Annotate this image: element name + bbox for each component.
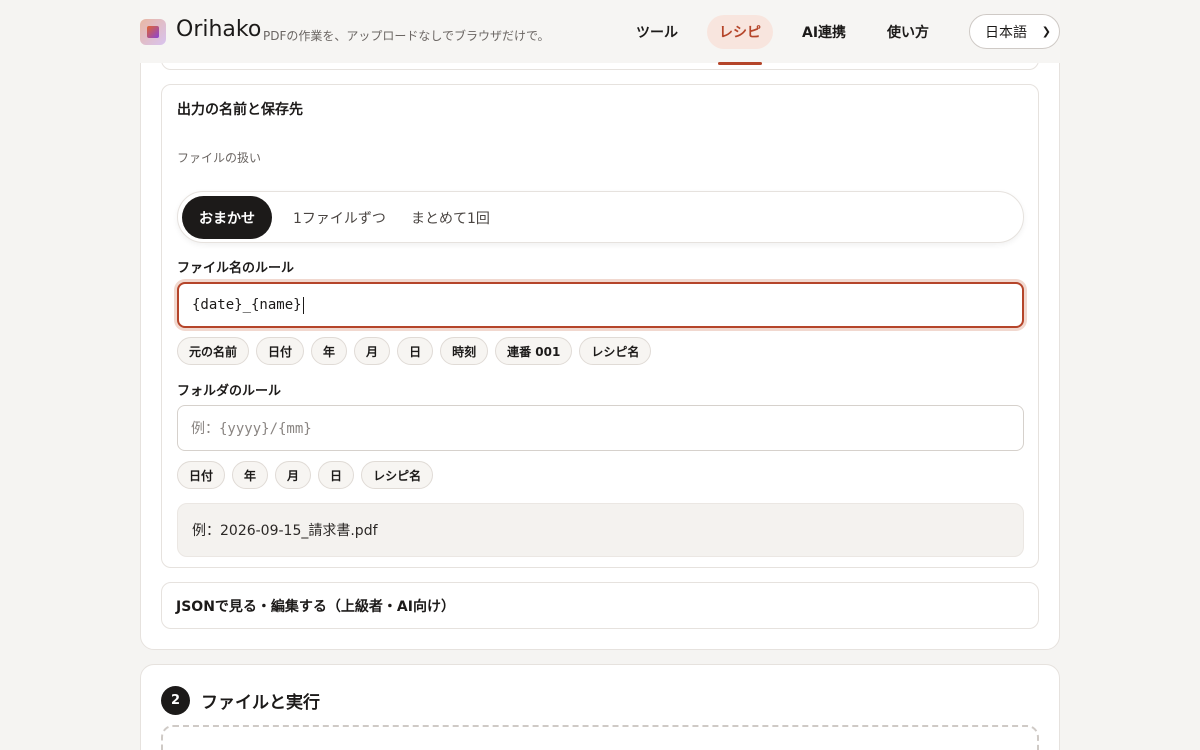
folder-token-year[interactable]: 年 (232, 461, 269, 489)
folder-rule-input[interactable]: 例：{yyyy}/{mm} (177, 405, 1024, 451)
language-select[interactable]: 日本語 ❯ (969, 14, 1060, 49)
text-caret (302, 296, 304, 314)
token-date[interactable]: 日付 (256, 337, 305, 365)
output-preview: 例：2026-09-15_請求書.pdf (177, 503, 1024, 557)
file-handling-auto[interactable]: おまかせ (182, 196, 272, 239)
token-sequence[interactable]: 連番 001 (495, 337, 573, 365)
folder-token-recipe-name[interactable]: レシピ名 (361, 461, 434, 489)
file-handling-one-by-one[interactable]: 1ファイルずつ (293, 196, 386, 239)
token-day[interactable]: 日 (397, 337, 434, 365)
files-run-card: 2 ファイルと実行 (140, 664, 1060, 750)
file-handling-segmented-control: おまかせ 1ファイルずつ まとめて1回 (177, 191, 1024, 243)
filename-rule-label: ファイル名のルール (177, 261, 295, 276)
token-year[interactable]: 年 (311, 337, 348, 365)
site-header: Orihako PDFの作業を、アップロードなしでブラウザだけで。 ツール レシ… (140, 0, 1060, 65)
language-value: 日本語 (985, 24, 1027, 41)
nav-ai-integration[interactable]: AI連携 (790, 15, 858, 49)
orihako-logo-icon[interactable] (140, 19, 166, 45)
section-title: 出力の名前と保存先 (177, 102, 303, 118)
file-handling-all-at-once[interactable]: まとめて1回 (411, 196, 490, 239)
nav-recipes[interactable]: レシピ (707, 15, 773, 65)
token-recipe-name[interactable]: レシピ名 (579, 337, 652, 365)
step-title: ファイルと実行 (201, 693, 320, 713)
filename-rule-input[interactable]: {date}_{name} (177, 282, 1024, 328)
file-handling-label: ファイルの扱い (177, 151, 262, 165)
filename-token-chips: 元の名前 日付 年 月 日 時刻 連番 001 レシピ名 (177, 337, 658, 365)
folder-token-month[interactable]: 月 (275, 461, 312, 489)
json-edit-toggle[interactable]: JSONで見る・編集する（上級者・AI向け） (161, 582, 1039, 629)
token-month[interactable]: 月 (354, 337, 391, 365)
folder-rule-placeholder: 例：{yyyy}/{mm} (191, 421, 312, 437)
chevron-down-icon: ❯ (1041, 25, 1051, 38)
main-nav: ツール レシピ AI連携 使い方 料金 (624, 12, 1027, 65)
folder-token-day[interactable]: 日 (318, 461, 355, 489)
folder-token-date[interactable]: 日付 (177, 461, 226, 489)
file-dropzone[interactable] (161, 725, 1039, 750)
token-original-name[interactable]: 元の名前 (177, 337, 250, 365)
step-number-badge: 2 (161, 686, 190, 715)
output-name-section: 出力の名前と保存先 ファイルの扱い おまかせ 1ファイルずつ まとめて1回 ファ… (161, 84, 1039, 568)
token-time[interactable]: 時刻 (440, 337, 489, 365)
nav-tools[interactable]: ツール (624, 15, 690, 49)
folder-rule-label: フォルダのルール (177, 384, 282, 399)
folder-token-chips: 日付 年 月 日 レシピ名 (177, 461, 440, 489)
tagline: PDFの作業を、アップロードなしでブラウザだけで。 (263, 29, 550, 43)
nav-how-to-use[interactable]: 使い方 (875, 15, 941, 49)
brand-name[interactable]: Orihako (176, 17, 261, 42)
filename-rule-value: {date}_{name} (192, 297, 302, 313)
